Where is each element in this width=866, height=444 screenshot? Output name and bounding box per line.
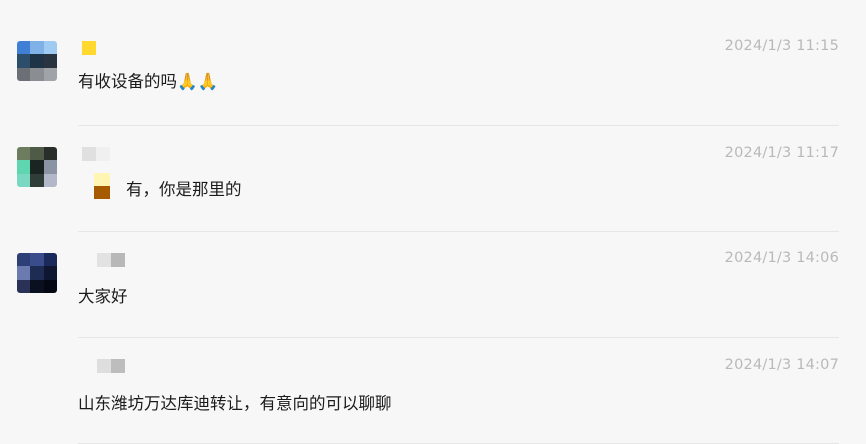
avatar-tile bbox=[30, 54, 44, 68]
quote-tile bbox=[94, 173, 110, 186]
name-tile bbox=[111, 253, 125, 267]
avatar[interactable] bbox=[17, 253, 57, 293]
message-text: 有，你是那里的 bbox=[126, 180, 242, 199]
name-tile bbox=[97, 253, 111, 267]
avatar-tile bbox=[30, 253, 44, 267]
avatar-tile bbox=[17, 279, 31, 293]
name-tile bbox=[82, 41, 96, 55]
avatar-tile bbox=[30, 41, 44, 55]
avatar-tile bbox=[30, 160, 44, 174]
avatar-tile bbox=[43, 253, 57, 267]
message-text: 有收设备的吗🙏🙏 bbox=[78, 72, 219, 91]
name-tile bbox=[82, 147, 96, 161]
message-divider bbox=[78, 231, 839, 232]
quote-tile bbox=[94, 186, 110, 199]
avatar-tile bbox=[17, 41, 31, 55]
message-timestamp: 2024/1/3 11:17 bbox=[724, 145, 839, 161]
avatar-tile bbox=[30, 279, 44, 293]
avatar-tile bbox=[17, 253, 31, 267]
avatar-tile bbox=[30, 147, 44, 161]
avatar-tile bbox=[30, 67, 44, 81]
avatar-tile bbox=[43, 173, 57, 187]
avatar-tile bbox=[43, 41, 57, 55]
message-text: 大家好 bbox=[78, 287, 128, 306]
avatar-tile bbox=[17, 54, 31, 68]
sender-name-mosaic[interactable] bbox=[82, 147, 110, 161]
message-divider bbox=[78, 337, 839, 338]
avatar-tile bbox=[17, 173, 31, 187]
sender-name-mosaic[interactable] bbox=[97, 253, 125, 267]
quote-mosaic bbox=[94, 173, 110, 199]
avatar-tile bbox=[17, 160, 31, 174]
avatar-tile bbox=[30, 173, 44, 187]
chat-message-list: 2024/1/3 11:15 有收设备的吗🙏🙏 2024/1/3 11:17 有… bbox=[0, 0, 866, 444]
avatar[interactable] bbox=[17, 147, 57, 187]
avatar[interactable] bbox=[17, 41, 57, 81]
message-divider bbox=[78, 125, 839, 126]
message-timestamp: 2024/1/3 14:06 bbox=[724, 250, 839, 266]
avatar-tile bbox=[17, 147, 31, 161]
avatar-tile bbox=[43, 279, 57, 293]
message-text: 山东潍坊万达库迪转让，有意向的可以聊聊 bbox=[78, 394, 392, 413]
avatar-tile bbox=[43, 147, 57, 161]
name-tile bbox=[96, 147, 110, 161]
avatar-tile bbox=[43, 54, 57, 68]
name-tile bbox=[111, 359, 125, 373]
sender-name-mosaic[interactable] bbox=[97, 359, 125, 373]
name-tile bbox=[97, 359, 111, 373]
avatar-tile bbox=[17, 67, 31, 81]
avatar-tile bbox=[17, 266, 31, 280]
message-timestamp: 2024/1/3 14:07 bbox=[724, 357, 839, 373]
avatar-tile bbox=[43, 160, 57, 174]
avatar-tile bbox=[43, 266, 57, 280]
sender-name-mosaic[interactable] bbox=[82, 41, 96, 55]
avatar-tile bbox=[43, 67, 57, 81]
message-timestamp: 2024/1/3 11:15 bbox=[724, 38, 839, 54]
avatar-tile bbox=[30, 266, 44, 280]
